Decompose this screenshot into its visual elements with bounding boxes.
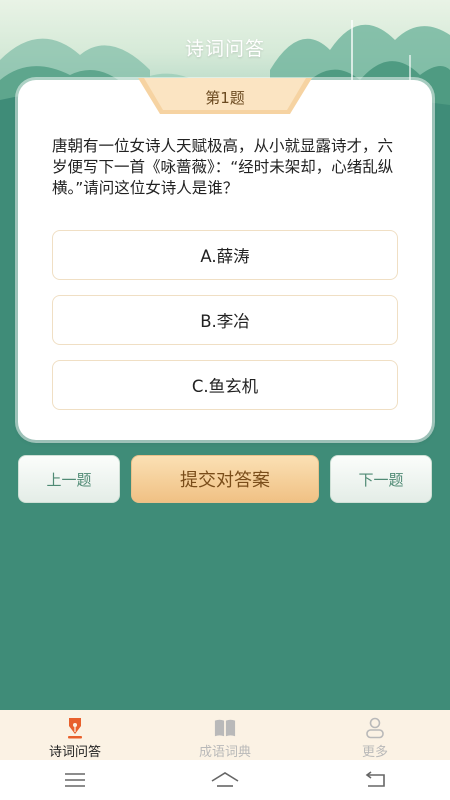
question-number-badge: 第1题 — [138, 78, 312, 116]
option-c[interactable]: C.鱼玄机 — [52, 360, 398, 410]
tab-label: 成语词典 — [198, 745, 251, 760]
tab-more[interactable]: 更多 — [300, 710, 450, 760]
bottom-tab-bar: 诗词问答 成语词典 更多 — [0, 710, 450, 760]
option-b[interactable]: B.李冶 — [52, 295, 398, 345]
submit-answer-button[interactable]: 提交对答案 — [131, 455, 319, 503]
menu-icon[interactable] — [45, 765, 105, 795]
page-title: 诗词问答 — [184, 38, 265, 60]
question-text: 唐朝有一位女诗人天赋极高，从小就显露诗才，六岁便写下一首《咏蔷薇》：“经时未架却… — [52, 137, 394, 197]
system-nav-bar — [0, 760, 450, 800]
pen-nib-icon — [64, 717, 86, 739]
tab-idiom-dictionary[interactable]: 成语词典 — [150, 710, 300, 760]
prev-question-button[interactable]: 上一题 — [18, 455, 120, 503]
tab-label: 诗词问答 — [48, 745, 101, 760]
question-number: 第1题 — [205, 89, 245, 107]
question-card: 第1题 唐朝有一位女诗人天赋极高，从小就显露诗才，六岁便写下一首《咏蔷薇》：“经… — [18, 78, 432, 440]
tab-label: 更多 — [361, 745, 388, 760]
option-a[interactable]: A.薛涛 — [52, 230, 398, 280]
tab-poetry-quiz[interactable]: 诗词问答 — [0, 710, 150, 760]
next-question-button[interactable]: 下一题 — [330, 455, 432, 503]
home-icon[interactable] — [195, 765, 255, 795]
back-icon[interactable] — [345, 765, 405, 795]
book-icon — [214, 717, 236, 739]
person-icon — [364, 717, 386, 739]
